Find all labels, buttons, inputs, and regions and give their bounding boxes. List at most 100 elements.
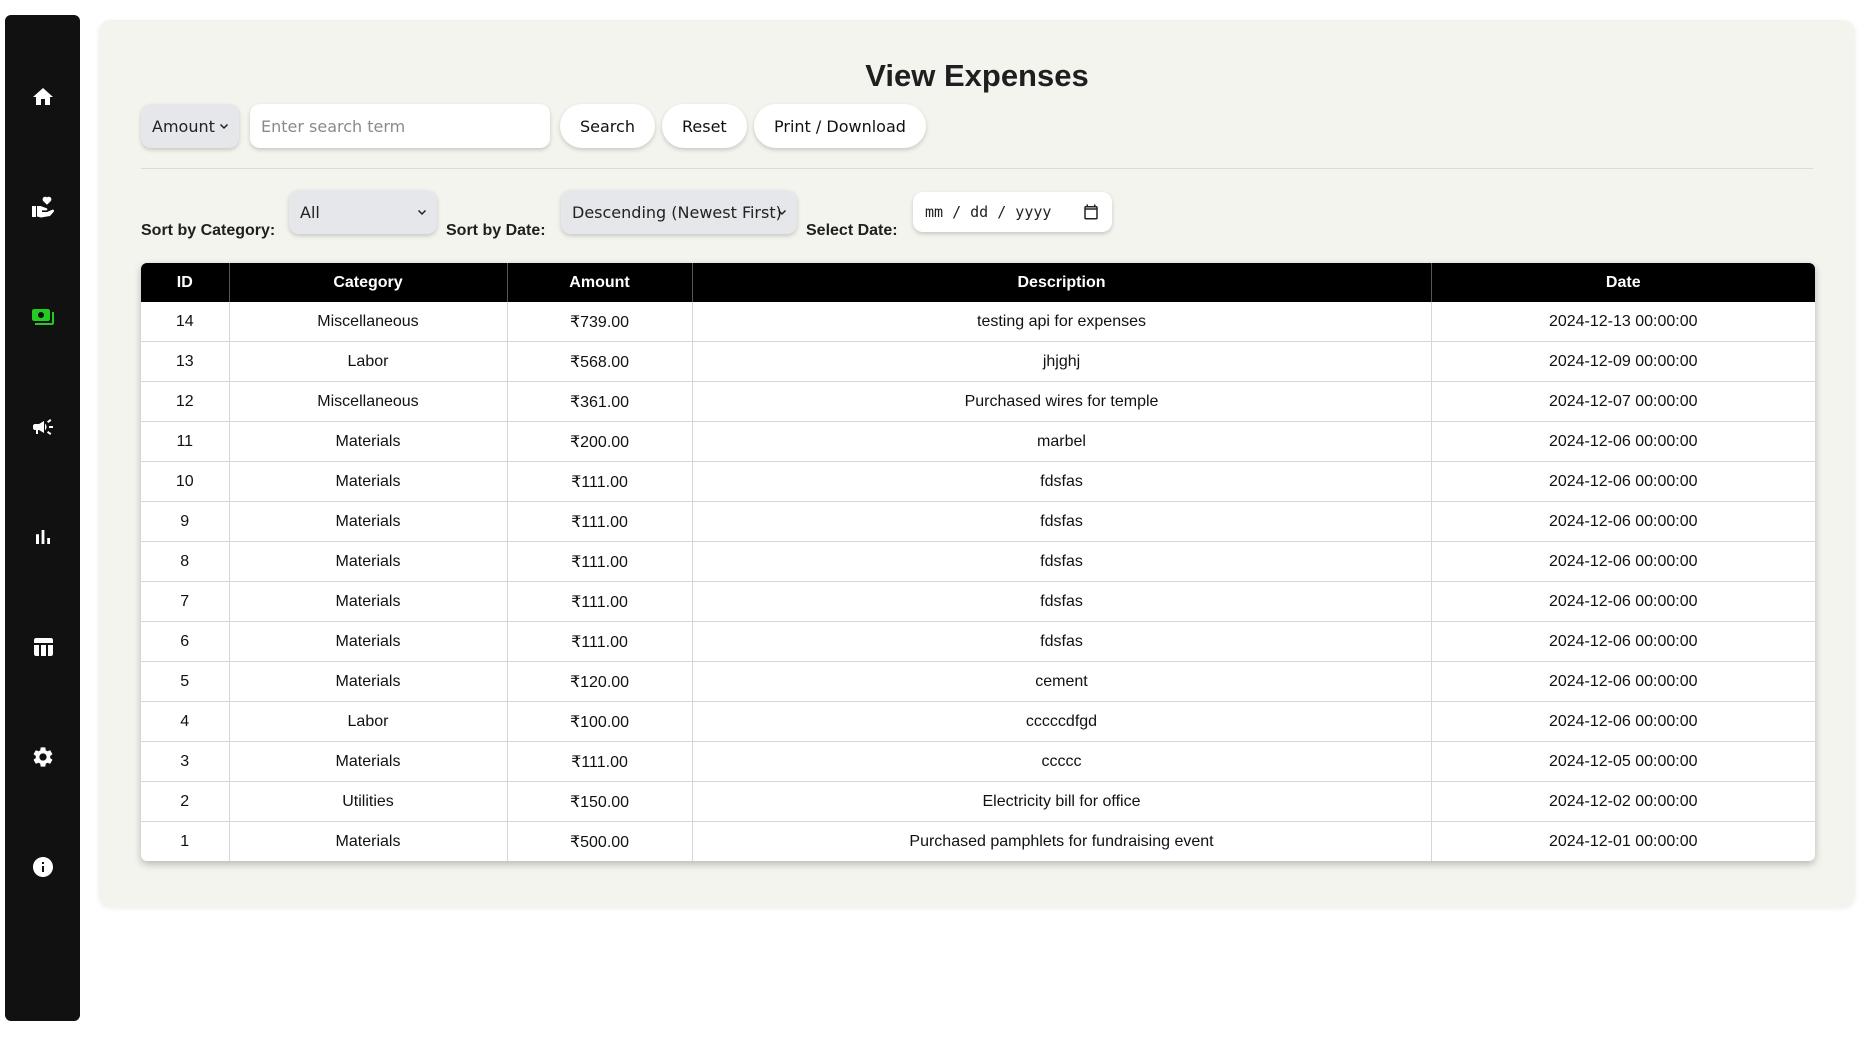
divider	[141, 168, 1813, 169]
table-row: 11 Materials ₹200.00 marbel 2024-12-06 00:00…	[141, 421, 1815, 462]
cell-id: 11	[141, 421, 230, 462]
cell-description: fdsfas	[692, 461, 1432, 502]
cell-amount: ₹100.00	[507, 701, 693, 742]
cell-description: fdsfas	[692, 541, 1432, 582]
cell-date: 2024-12-02 00:00:00	[1431, 781, 1815, 822]
cell-amount: ₹568.00	[507, 341, 693, 382]
page-title: View Expenses	[865, 58, 1089, 93]
table-row: 7 Materials ₹111.00 fdsfas 2024-12-06 00:00:…	[141, 581, 1815, 622]
search-input[interactable]	[250, 104, 550, 148]
table-row: 9 Materials ₹111.00 fdsfas 2024-12-06 00:00:…	[141, 501, 1815, 542]
cell-date: 2024-12-06 00:00:00	[1431, 541, 1815, 582]
cell-date: 2024-12-06 00:00:00	[1431, 701, 1815, 742]
cell-description: testing api for expenses	[692, 302, 1432, 342]
cell-description: Electricity bill for office	[692, 781, 1432, 822]
table-row: 12 Miscellaneous ₹361.00 Purchased wires fo…	[141, 381, 1815, 422]
cell-amount: ₹500.00	[507, 821, 693, 861]
cell-description: jhjghj	[692, 341, 1432, 382]
date-placeholder: mm / dd / yyyy	[925, 203, 1052, 221]
cell-category: Materials	[229, 501, 508, 542]
table-row: 4 Labor ₹100.00 cccccdfgd 2024-12-06 00:00:0…	[141, 701, 1815, 742]
cell-date: 2024-12-06 00:00:00	[1431, 581, 1815, 622]
table-header-row: ID Category Amount Description Date	[141, 263, 1815, 302]
table-icon	[33, 638, 53, 656]
date-sort-select[interactable]: Descending (Newest First)	[561, 190, 797, 234]
cell-description: cccccdfgd	[692, 701, 1432, 742]
chevron-down-icon	[219, 123, 229, 130]
table-row: 3 Materials ₹111.00 ccccc 2024-12-05 00:00:0…	[141, 741, 1815, 782]
nav-table[interactable]	[5, 627, 80, 667]
cell-id: 5	[141, 661, 230, 702]
cell-category: Materials	[229, 741, 508, 782]
table-row: 2 Utilities ₹150.00 Electricity bill for of…	[141, 781, 1815, 822]
cell-date: 2024-12-13 00:00:00	[1431, 302, 1815, 342]
main-panel: View Expenses Amount Search Reset Print …	[99, 20, 1855, 906]
table-row: 5 Materials ₹120.00 cement 2024-12-06 00:00:…	[141, 661, 1815, 702]
search-field-select[interactable]: Amount	[141, 104, 239, 148]
cell-description: Purchased wires for temple	[692, 381, 1432, 422]
settings-icon	[33, 747, 52, 767]
cell-date: 2024-12-05 00:00:00	[1431, 741, 1815, 782]
info-icon	[32, 857, 53, 877]
cell-category: Miscellaneous	[229, 302, 508, 342]
cell-amount: ₹111.00	[507, 501, 693, 542]
cell-amount: ₹111.00	[507, 581, 693, 622]
cell-id: 10	[141, 461, 230, 502]
search-field-value: Amount	[152, 116, 215, 136]
nav-info[interactable]	[5, 847, 80, 887]
cell-amount: ₹150.00	[507, 781, 693, 822]
category-filter-label: Sort by Category:	[141, 222, 276, 239]
date-input[interactable]: mm / dd / yyyy	[913, 192, 1112, 232]
chevron-down-icon	[777, 209, 787, 216]
category-select[interactable]: All	[289, 190, 437, 234]
nav-settings[interactable]	[5, 737, 80, 777]
table-body: 14 Miscellaneous ₹739.00 testing api for ex…	[141, 302, 1815, 861]
nav-expenses[interactable]	[5, 297, 80, 337]
cell-amount: ₹200.00	[507, 421, 693, 462]
header-id: ID	[141, 263, 230, 302]
calendar-icon[interactable]	[1082, 203, 1100, 221]
hand-heart-icon	[31, 196, 54, 218]
cell-date: 2024-12-01 00:00:00	[1548, 832, 1698, 850]
cell-category: Materials	[229, 821, 508, 861]
reset-button[interactable]: Reset	[662, 104, 747, 148]
cell-date: 2024-12-07 00:00:00	[1431, 381, 1815, 422]
cell-category: Labor	[229, 341, 508, 382]
cell-amount: ₹111.00	[507, 541, 693, 582]
date-sort-value: Descending (Newest First)	[572, 202, 782, 222]
cell-description: Purchased pamphlets for fundraising even…	[692, 821, 1432, 861]
table-row: 6 Materials ₹111.00 fdsfas 2024-12-06 00:00:…	[141, 621, 1815, 662]
cell-date: 2024-12-06 00:00:00	[1431, 621, 1815, 662]
print-download-button[interactable]: Print / Download	[754, 104, 926, 148]
table-row: 8 Materials ₹111.00 fdsfas 2024-12-06 00:00:…	[141, 541, 1815, 582]
cell-id: 8	[141, 541, 230, 582]
cell-category: Miscellaneous	[229, 381, 508, 422]
cell-id: 13	[141, 341, 230, 382]
money-icon	[31, 309, 54, 325]
header-category: Category	[229, 263, 508, 302]
cell-description: cement	[692, 661, 1432, 702]
nav-donations[interactable]	[5, 187, 80, 227]
nav-reports[interactable]	[5, 517, 80, 557]
cell-id: 7	[141, 581, 230, 622]
megaphone-icon	[32, 419, 53, 435]
category-select-value: All	[300, 202, 320, 222]
nav-campaigns[interactable]	[5, 407, 80, 447]
cell-id: 1	[141, 821, 230, 861]
search-button[interactable]: Search	[560, 104, 655, 148]
cell-category: Materials	[229, 541, 508, 582]
cell-description: fdsfas	[692, 501, 1432, 542]
nav-home[interactable]	[5, 77, 80, 117]
cell-id: 9	[141, 501, 230, 542]
expenses-table: ID Category Amount Description Date 14 Mi…	[141, 263, 1815, 861]
table-row: 10 Materials ₹111.00 fdsfas 2024-12-06 00:00…	[141, 461, 1815, 502]
cell-description: marbel	[692, 421, 1432, 462]
cell-category: Materials	[229, 421, 508, 462]
cell-category: Utilities	[229, 781, 508, 822]
cell-category: Materials	[229, 661, 508, 702]
bar-chart-icon	[35, 530, 50, 544]
cell-category: Materials	[229, 621, 508, 662]
cell-date: 2024-12-06 00:00:00	[1431, 501, 1815, 542]
cell-id: 3	[141, 741, 230, 782]
cell-description: fdsfas	[692, 581, 1432, 622]
